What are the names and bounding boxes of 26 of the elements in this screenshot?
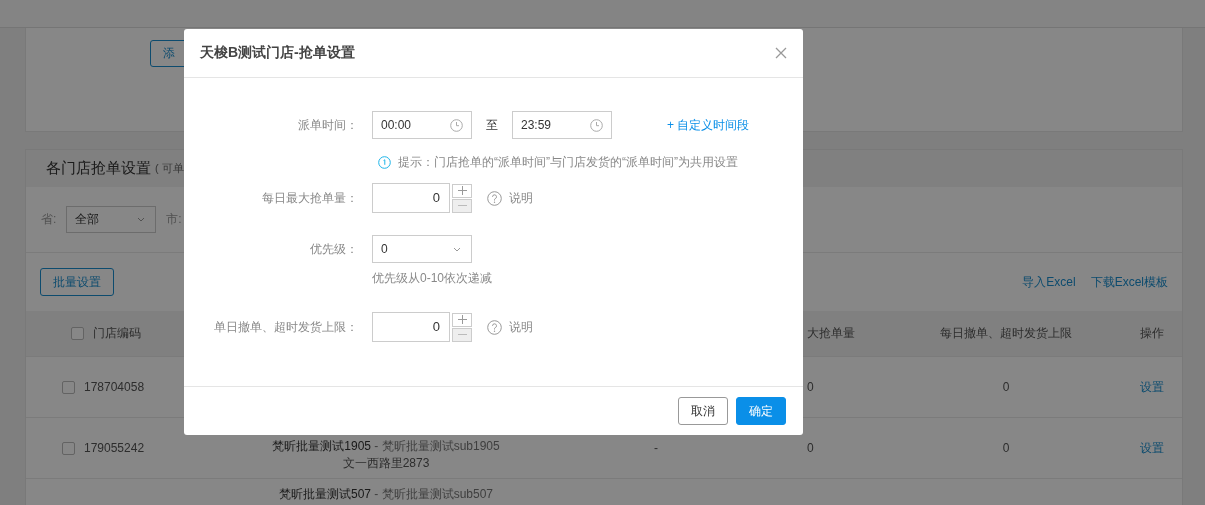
help-text: 说明: [509, 318, 533, 336]
field-label: 优先级：: [309, 240, 358, 258]
column-header: 操作: [1139, 325, 1164, 342]
store-name: 梵昕批量测试507 - 梵昕批量测试sub507: [278, 486, 494, 503]
store-name: 梵昕批量测试1905 - 梵昕批量测试sub1905: [272, 438, 500, 455]
table-cell: 0: [1002, 441, 1010, 455]
field-label: 单日撤单、超时发货上限：: [213, 318, 358, 336]
table-cell: 0: [807, 380, 814, 394]
column-header: 门店编码: [93, 325, 141, 342]
column-header: 每日撤单、超时发货上限: [940, 325, 1072, 342]
table-cell: 0: [807, 441, 814, 455]
table-cell: 0: [1002, 380, 1010, 394]
field-label: 每日最大抢单量：: [261, 189, 358, 207]
column-header: 大抢单量: [807, 325, 855, 342]
hint-text: 优先级从0-10依次递减: [372, 270, 493, 287]
store-address: 文一西路里2873: [342, 455, 430, 472]
table-cell: 179055242: [84, 441, 145, 455]
range-separator: 至: [486, 116, 498, 134]
table-cell: -: [654, 441, 658, 455]
field-label: 派单时间：: [297, 116, 358, 134]
tip-text: 提示：门店抢单的“派单时间”与门店发货的“派单时间”为共用设置: [398, 154, 738, 171]
help-text: 说明: [509, 189, 533, 207]
table-cell: 178704058: [84, 380, 145, 394]
section-note: ( 可单: [155, 161, 184, 176]
dialog-title: 天梭B测试门店-抢单设置: [200, 44, 355, 62]
section-title: 各门店抢单设置: [46, 159, 151, 178]
